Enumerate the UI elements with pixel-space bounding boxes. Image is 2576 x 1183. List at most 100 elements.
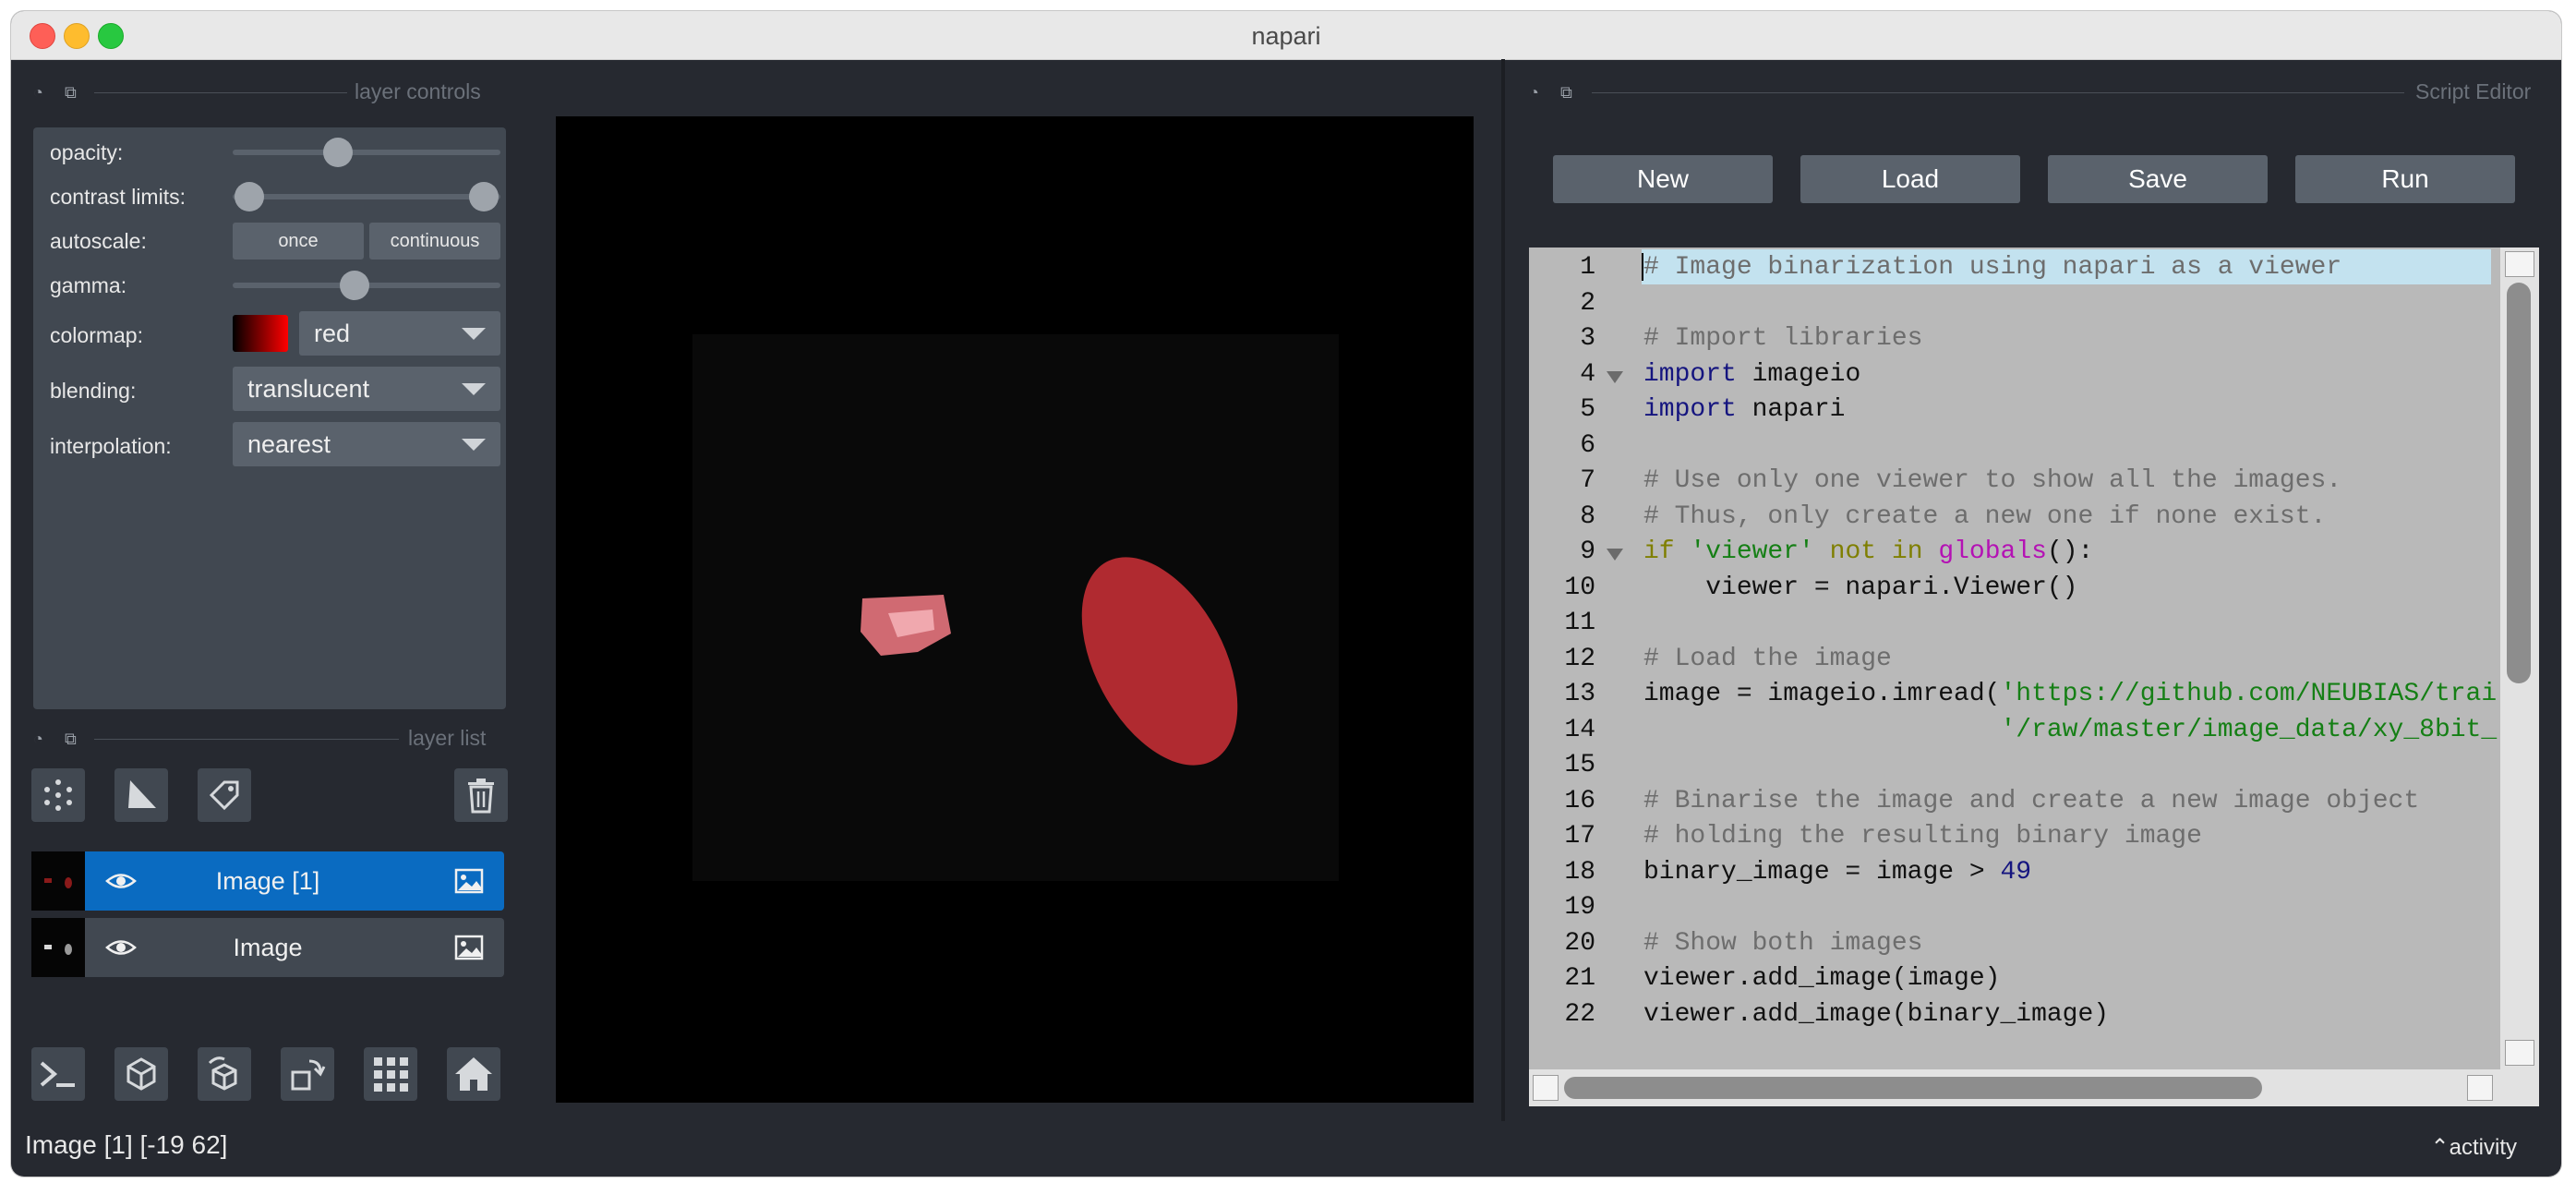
new-labels-layer-button[interactable] <box>198 768 251 822</box>
float-dock-icon[interactable]: ⧉ <box>1560 83 1572 103</box>
fold-marker-icon[interactable] <box>1607 370 1623 383</box>
napari-window: napari ◔ ⧉ layer controls opacity: contr… <box>11 11 2561 1177</box>
line-number: 16 <box>1564 786 1595 815</box>
autoscale-once-button[interactable]: once <box>233 223 364 260</box>
gamma-slider-handle[interactable] <box>340 271 370 300</box>
opacity-slider[interactable] <box>233 150 500 155</box>
code-editor[interactable]: 1 # Image binarization using napari as a … <box>1529 247 2539 1106</box>
layer-name: Image <box>233 934 303 961</box>
code-text: import imageio <box>1643 359 1861 389</box>
code-text: '/raw/master/image_data/xy_8bit_ <box>2000 715 2498 744</box>
delete-icon <box>468 779 494 814</box>
scroll-left-button[interactable] <box>1533 1075 1559 1101</box>
code-line[interactable]: 11 <box>1529 605 2498 641</box>
dock-splitter[interactable] <box>1501 59 1505 1121</box>
horizontal-scrollbar[interactable] <box>1529 1069 2539 1106</box>
load-button[interactable]: Load <box>1800 155 2020 203</box>
scroll-right-button[interactable] <box>2467 1075 2493 1101</box>
fold-marker-icon[interactable] <box>1607 549 1623 561</box>
new-shapes-layer-button[interactable] <box>114 768 168 822</box>
interpolation-label: interpolation: <box>50 434 172 458</box>
dock-divider <box>94 92 347 93</box>
layer-list-title: layer list <box>408 726 487 750</box>
delete-layer-button[interactable] <box>454 768 508 822</box>
run-button[interactable]: Run <box>2295 155 2515 203</box>
scroll-down-button[interactable] <box>2505 1040 2534 1066</box>
code-line[interactable]: 14 '/raw/master/image_data/xy_8bit_ <box>1529 712 2498 748</box>
hide-dock-icon[interactable]: ◔ <box>33 730 43 749</box>
code-text: # Use only one viewer to show all the im… <box>1643 466 2342 495</box>
blending-value: translucent <box>247 375 370 403</box>
new-button[interactable]: New <box>1553 155 1773 203</box>
layer-controls-panel: opacity: contrast limits: autoscale: onc… <box>33 127 506 709</box>
grid-view-button[interactable] <box>364 1047 417 1101</box>
contrast-min-handle[interactable] <box>235 182 264 211</box>
script-editor-header: ◔ ⧉ Script Editor <box>1525 79 2550 105</box>
image-thumbnail <box>44 877 72 888</box>
code-line[interactable]: 13 image = imageio.imread('https://github… <box>1529 676 2498 712</box>
home-icon <box>455 1057 492 1091</box>
hide-dock-icon[interactable]: ◔ <box>33 83 43 103</box>
code-line[interactable]: 12 # Load the image <box>1529 641 2498 677</box>
roll-axes-button[interactable] <box>198 1047 251 1101</box>
vertical-scrollbar[interactable] <box>2500 247 2539 1069</box>
code-line[interactable]: 16 # Binarise the image and create a new … <box>1529 783 2498 819</box>
line-number: 18 <box>1564 857 1595 887</box>
ndisplay-button[interactable] <box>114 1047 168 1101</box>
interpolation-value: nearest <box>247 430 331 458</box>
code-line[interactable]: 22 viewer.add_image(binary_image) <box>1529 996 2498 1032</box>
float-dock-icon[interactable]: ⧉ <box>65 730 77 749</box>
code-line[interactable]: 9 if 'viewer' not in globals(): <box>1529 534 2498 570</box>
console-button[interactable] <box>31 1047 85 1101</box>
code-text: viewer.add_image(image) <box>1643 964 2001 993</box>
interpolation-dropdown[interactable]: nearest <box>233 422 500 466</box>
float-dock-icon[interactable]: ⧉ <box>65 83 77 103</box>
layer-item[interactable]: Image [1] <box>31 851 504 911</box>
code-line[interactable]: 8 # Thus, only create a new one if none e… <box>1529 499 2498 535</box>
code-line[interactable]: 2 <box>1529 285 2498 321</box>
save-button[interactable]: Save <box>2048 155 2268 203</box>
contrast-max-handle[interactable] <box>469 182 499 211</box>
code-line[interactable]: 20 # Show both images <box>1529 925 2498 961</box>
line-number: 22 <box>1564 999 1595 1029</box>
layer-list-header: ◔ ⧉ layer list <box>11 726 547 752</box>
code-line[interactable]: 17 # holding the resulting binary image <box>1529 818 2498 854</box>
image-canvas[interactable] <box>556 116 1474 1103</box>
line-number: 3 <box>1580 324 1595 353</box>
opacity-slider-handle[interactable] <box>323 138 354 167</box>
code-line[interactable]: 21 viewer.add_image(image) <box>1529 960 2498 996</box>
layer-item[interactable]: Image <box>31 918 504 977</box>
code-line[interactable]: 18 binary_image = image > 49 <box>1529 854 2498 890</box>
transpose-button[interactable] <box>281 1047 334 1101</box>
code-line[interactable]: 3 # Import libraries <box>1529 320 2498 356</box>
contrast-limits-label: contrast limits: <box>50 185 186 209</box>
colormap-dropdown[interactable]: red <box>299 311 500 356</box>
code-line[interactable]: 10 viewer = napari.Viewer() <box>1529 570 2498 606</box>
new-points-layer-button[interactable] <box>31 768 85 822</box>
code-line[interactable]: 1 # Image binarization using napari as a … <box>1529 249 2498 285</box>
scroll-up-button[interactable] <box>2505 251 2534 277</box>
line-number: 13 <box>1564 680 1595 708</box>
code-line[interactable]: 6 <box>1529 428 2498 464</box>
console-icon <box>40 1061 75 1087</box>
hide-dock-icon[interactable]: ◔ <box>1529 83 1539 103</box>
autoscale-continuous-button[interactable]: continuous <box>369 223 500 260</box>
window-title: napari <box>1251 22 1321 50</box>
code-line[interactable]: 4 import imageio <box>1529 356 2498 392</box>
code-line[interactable]: 19 <box>1529 889 2498 925</box>
code-line[interactable]: 15 <box>1529 747 2498 783</box>
line-number: 20 <box>1564 928 1595 958</box>
horizontal-scroll-thumb[interactable] <box>1564 1077 2262 1099</box>
vertical-scroll-thumb[interactable] <box>2507 283 2531 683</box>
chevron-down-icon <box>462 328 486 340</box>
code-line[interactable]: 5 import napari <box>1529 392 2498 428</box>
line-number: 2 <box>1580 288 1595 318</box>
code-text: # Thus, only create a new one if none ex… <box>1643 501 2327 531</box>
reset-view-button[interactable] <box>447 1047 500 1101</box>
code-line[interactable]: 7 # Use only one viewer to show all the i… <box>1529 463 2498 499</box>
contrast-limits-slider[interactable] <box>233 194 500 199</box>
code-text: viewer = napari.Viewer() <box>1643 573 2078 602</box>
code-text: image = imageio.imread('https://github.c… <box>1643 680 2498 708</box>
activity-button[interactable]: ⌃activity <box>2431 1134 2517 1161</box>
blending-dropdown[interactable]: translucent <box>233 367 500 411</box>
